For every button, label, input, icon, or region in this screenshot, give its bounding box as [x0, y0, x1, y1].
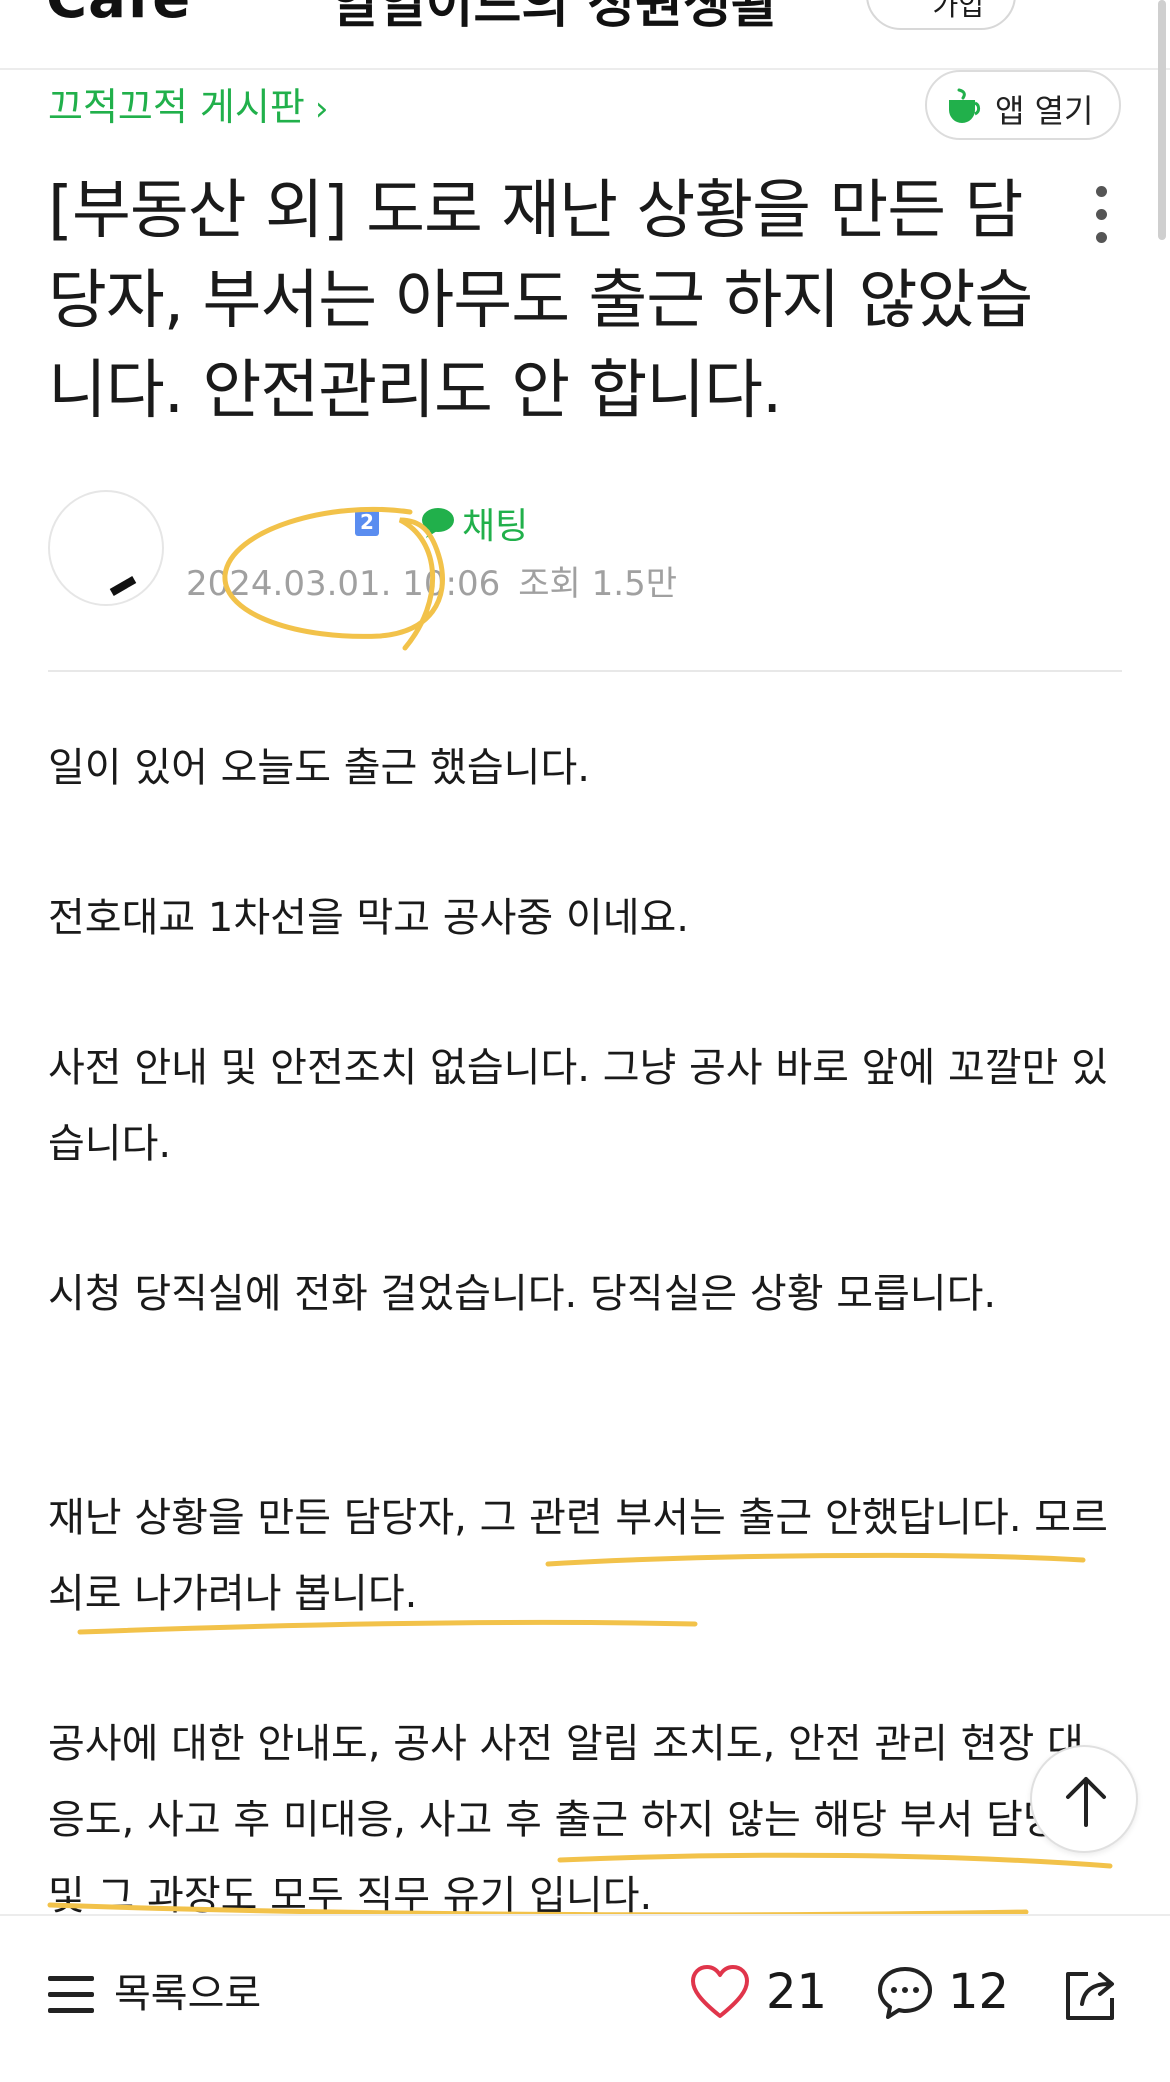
top-header: Cafe 일일이드의 정원생활 가입 — [0, 0, 1170, 70]
coffee-cup-icon — [949, 88, 981, 123]
post-meta: 2024.03.01. 10:06 조회 1.5만 — [186, 556, 677, 605]
paragraph-2: 전호대교 1차선을 막고 공사중 이네요. — [48, 895, 690, 941]
member-level-badge: 2 — [355, 508, 379, 536]
join-button[interactable]: 가입 — [866, 0, 1016, 30]
chat-label[interactable]: 채팅 — [462, 497, 528, 549]
avatar[interactable] — [48, 490, 164, 606]
app-open-button[interactable]: 앱 열기 — [925, 70, 1121, 140]
board-link[interactable]: 끄적끄적 게시판 › — [48, 76, 328, 131]
divider — [48, 670, 1122, 672]
like-count: 21 — [766, 1964, 828, 2020]
paragraph-5: 재난 상황을 만든 담당자, 그 관련 부서는 출근 안했답니다. 모르쇠로 나… — [48, 1495, 1108, 1617]
arrow-up-icon — [1066, 1777, 1106, 1827]
comment-icon — [878, 1967, 932, 2019]
paragraph-3: 사전 안내 및 안전조치 없습니다. 그냥 공사 바로 앞에 꼬깔만 있습니다. — [48, 1045, 1108, 1167]
comment-count: 12 — [948, 1964, 1010, 2020]
view-count: 조회 1.5만 — [518, 564, 677, 604]
paragraph-1: 일이 있어 오늘도 출근 했습니다. — [48, 745, 590, 791]
heart-icon — [691, 1965, 749, 2018]
list-label: 목록으로 — [114, 1971, 262, 2017]
post-date: 2024.03.01. 10:06 — [186, 564, 501, 604]
cafe-logo[interactable]: Cafe — [46, 0, 191, 31]
post-title: [부동산 외] 도로 재난 상황을 만든 담당자, 부서는 아무도 출근 하지 … — [48, 174, 1033, 428]
paragraph-6: 공사에 대한 안내도, 공사 사전 알림 조치도, 안전 관리 현장 대응도, … — [48, 1721, 1097, 1919]
app-open-label: 앱 열기 — [995, 92, 1094, 130]
cafe-title[interactable]: 일일이드의 정원생활 — [330, 0, 779, 37]
paragraph-4: 시청 당직실에 전화 걸었습니다. 당직실은 상황 모릅니다. — [48, 1271, 997, 1317]
join-label: 가입 — [932, 0, 984, 22]
list-icon — [48, 1976, 94, 2024]
board-name: 끄적끄적 게시판 — [48, 85, 305, 129]
bottom-bar: 목록으로 21 12 — [0, 1914, 1170, 2082]
more-options-icon[interactable] — [1096, 186, 1110, 255]
chat-bubble-icon[interactable] — [420, 505, 460, 539]
share-icon[interactable] — [1062, 1964, 1122, 2024]
chevron-right-icon: › — [314, 89, 329, 129]
scroll-to-top-button[interactable] — [1030, 1745, 1138, 1853]
scrollbar[interactable] — [1158, 0, 1166, 240]
